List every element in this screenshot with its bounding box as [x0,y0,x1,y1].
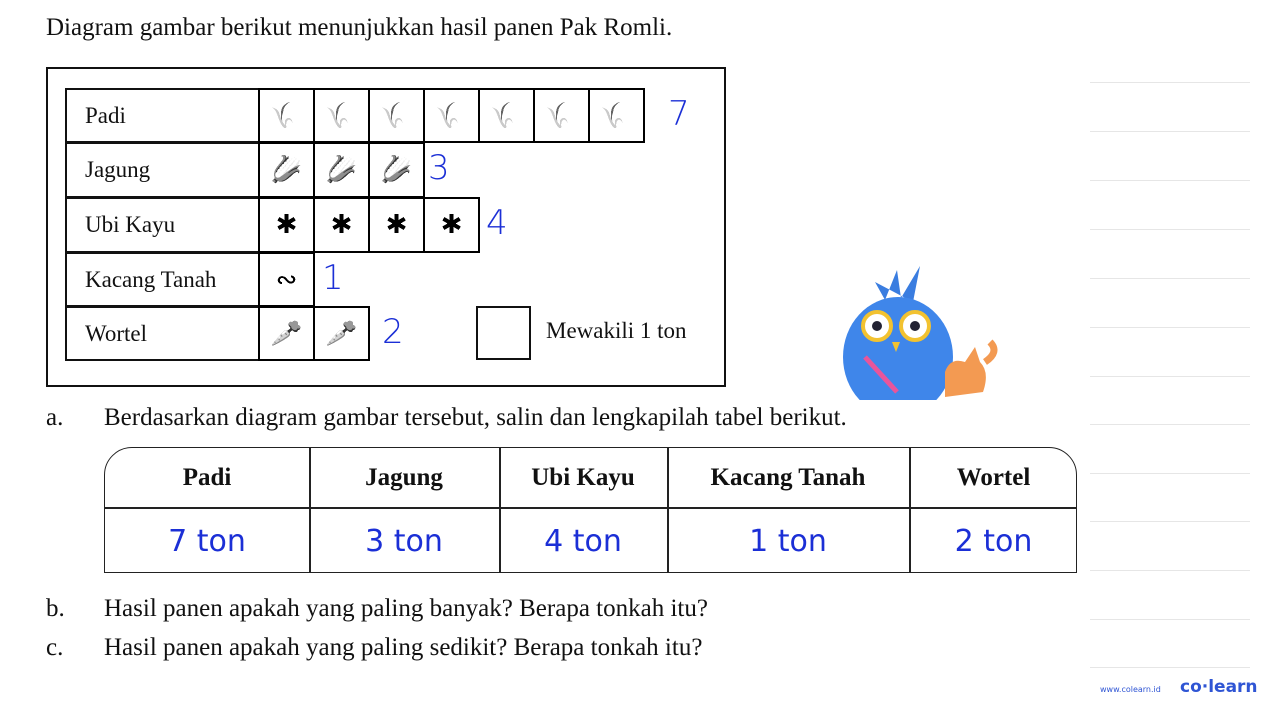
header-jagung: Jagung [365,464,443,491]
question-b-text: Hasil panen apakah yang paling banyak? B… [104,595,708,622]
legend-text: Mewakili 1 ton [546,318,687,343]
handwritten-count: 4 [486,203,508,243]
question-b-letter: b. [46,595,65,622]
pictogram-label: Kacang Tanah [65,252,260,307]
mascot-illustration [843,266,998,400]
header-wortel: Wortel [956,464,1031,491]
cassava-icon: ✱ [313,197,370,253]
rice-icon: 🌾 [368,88,425,143]
rice-icon: 🌾 [533,88,590,143]
question-c-letter: c. [46,634,64,661]
cassava-icon: ✱ [423,197,480,253]
question-c-text: Hasil panen apakah yang paling sedikit? … [104,634,703,661]
value-kacang-tanah: 1 ton [749,523,827,559]
header-kacang-tanah: Kacang Tanah [710,464,866,491]
legend-box [476,306,531,360]
handwritten-count: 7 [668,94,690,134]
cassava-icon: ✱ [258,197,315,253]
rice-icon: 🌾 [258,88,315,143]
value-padi: 7 ton [168,523,246,559]
rice-icon: 🌾 [313,88,370,143]
carrot-icon: 🥕 [258,306,315,361]
header-padi: Padi [182,464,232,491]
answer-table: Padi Jagung Ubi Kayu Kacang Tanah Wortel… [104,447,1077,573]
rice-icon: 🌾 [478,88,535,143]
rice-icon: 🌾 [588,88,645,143]
brand-logo: co·learn [1180,677,1258,697]
corn-icon: 🌽 [313,142,370,198]
question-a-text: Berdasarkan diagram gambar tersebut, sal… [104,404,847,431]
value-jagung: 3 ton [365,523,443,559]
peanut-icon: ∾ [258,252,315,307]
page-title: Diagram gambar berikut menunjukkan hasil… [46,14,673,41]
pictogram-label: Ubi Kayu [65,197,260,253]
pictogram-label: Padi [65,88,260,143]
cassava-icon: ✱ [368,197,425,253]
handwritten-count: 3 [428,148,450,188]
carrot-icon: 🥕 [313,306,370,361]
header-ubi-kayu: Ubi Kayu [531,464,635,491]
corn-icon: 🌽 [368,142,425,198]
pictogram-label: Wortel [65,306,260,361]
corn-icon: 🌽 [258,142,315,198]
brand-url: www.colearn.id [1100,685,1161,694]
value-ubi-kayu: 4 ton [544,523,622,559]
handwritten-count: 2 [382,312,404,352]
question-a-letter: a. [46,404,64,431]
value-wortel: 2 ton [954,523,1033,559]
handwritten-count: 1 [322,258,344,298]
rice-icon: 🌾 [423,88,480,143]
pictogram-label: Jagung [65,142,260,198]
